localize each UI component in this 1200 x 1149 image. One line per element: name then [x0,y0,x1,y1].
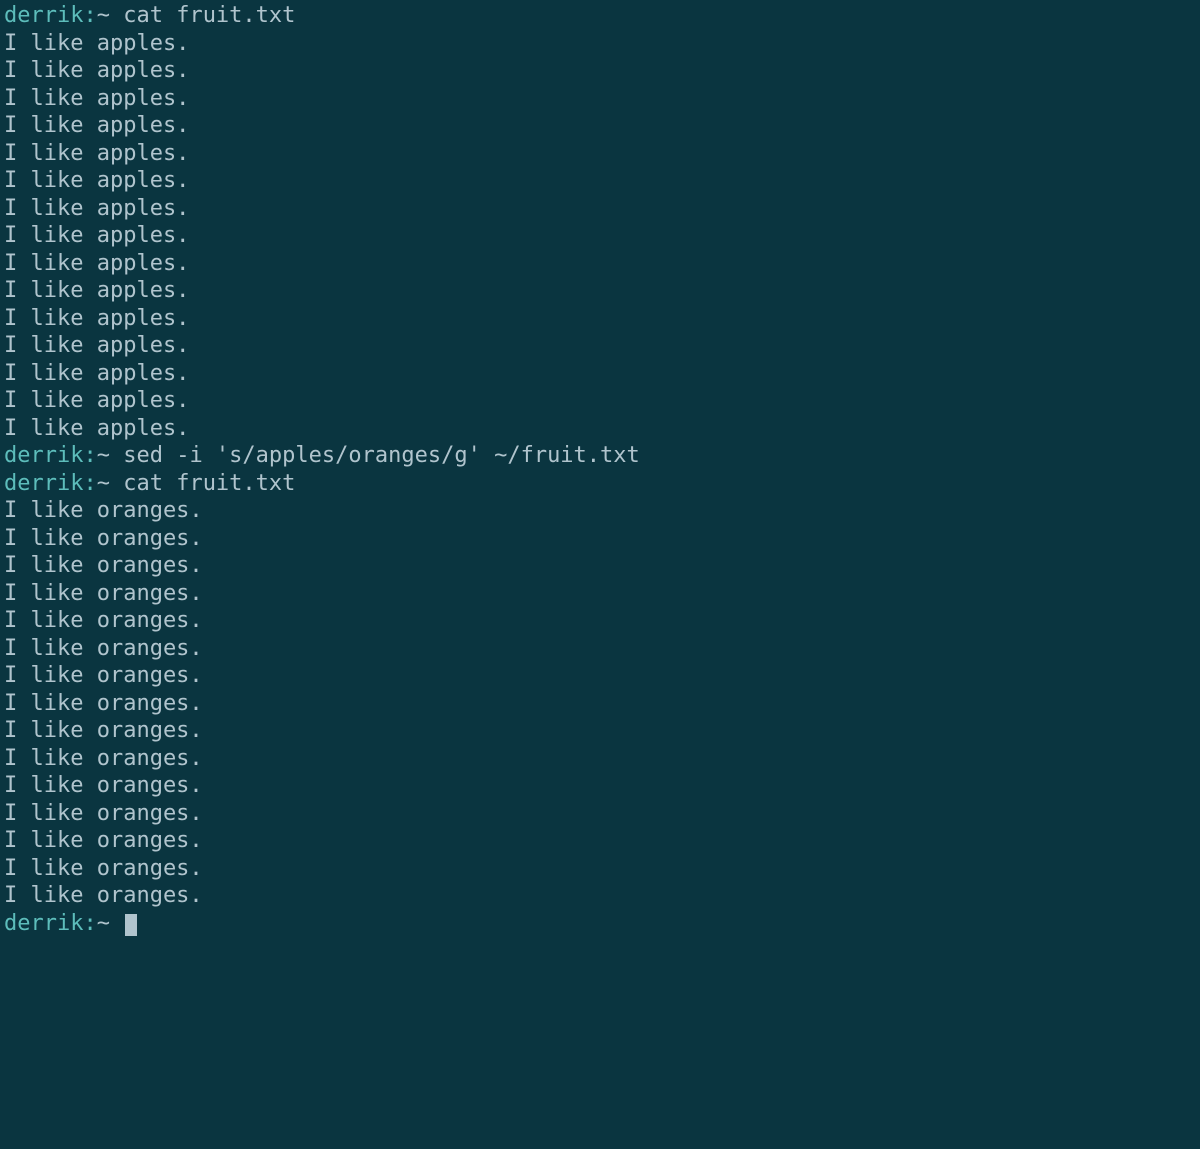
terminal-line: I like apples. [4,30,1196,58]
output-text: I like apples. [4,278,189,303]
output-text: I like apples. [4,86,189,111]
terminal-line: I like oranges. [4,607,1196,635]
terminal-line: I like oranges. [4,580,1196,608]
output-text: I like apples. [4,58,189,83]
output-text: I like apples. [4,251,189,276]
output-text: I like apples. [4,333,189,358]
output-text: I like oranges. [4,581,203,606]
terminal-line: I like apples. [4,140,1196,168]
terminal-line: I like oranges. [4,882,1196,910]
terminal-line: I like oranges. [4,635,1196,663]
prompt-path: ~ [97,443,110,468]
output-text: I like apples. [4,223,189,248]
output-text: I like oranges. [4,663,203,688]
terminal-line: I like oranges. [4,827,1196,855]
prompt-user-host: derrik: [4,471,97,496]
output-text: I like oranges. [4,773,203,798]
prompt-separator [110,3,123,28]
terminal-line: I like oranges. [4,745,1196,773]
prompt-separator [110,443,123,468]
terminal-window[interactable]: derrik:~ cat fruit.txtI like apples.I li… [4,2,1196,937]
prompt-path: ~ [97,911,110,936]
terminal-line: derrik:~ cat fruit.txt [4,2,1196,30]
terminal-line: I like apples. [4,195,1196,223]
terminal-line: I like apples. [4,360,1196,388]
prompt-user-host: derrik: [4,911,97,936]
output-text: I like apples. [4,196,189,221]
terminal-line: I like oranges. [4,717,1196,745]
output-text: I like oranges. [4,883,203,908]
terminal-line: I like oranges. [4,497,1196,525]
terminal-line: derrik:~ sed -i 's/apples/oranges/g' ~/f… [4,442,1196,470]
prompt-path: ~ [97,3,110,28]
output-text: I like oranges. [4,801,203,826]
terminal-line: I like oranges. [4,855,1196,883]
terminal-line: I like oranges. [4,552,1196,580]
cursor-icon[interactable] [125,914,137,936]
output-text: I like apples. [4,141,189,166]
terminal-line: I like oranges. [4,772,1196,800]
output-text: I like apples. [4,113,189,138]
command-text: cat fruit.txt [123,3,295,28]
terminal-line: I like oranges. [4,800,1196,828]
output-text: I like apples. [4,306,189,331]
terminal-line: I like oranges. [4,525,1196,553]
terminal-line: I like oranges. [4,690,1196,718]
output-text: I like oranges. [4,718,203,743]
terminal-line: I like apples. [4,85,1196,113]
command-text: cat fruit.txt [123,471,295,496]
output-text: I like oranges. [4,746,203,771]
output-text: I like oranges. [4,608,203,633]
terminal-line: I like apples. [4,305,1196,333]
terminal-line: I like apples. [4,415,1196,443]
prompt-separator [110,911,123,936]
output-text: I like apples. [4,168,189,193]
output-text: I like apples. [4,361,189,386]
terminal-line: I like apples. [4,277,1196,305]
terminal-line: derrik:~ [4,910,1196,938]
terminal-line: I like apples. [4,387,1196,415]
terminal-line: derrik:~ cat fruit.txt [4,470,1196,498]
output-text: I like apples. [4,416,189,441]
output-text: I like oranges. [4,553,203,578]
output-text: I like oranges. [4,828,203,853]
output-text: I like apples. [4,31,189,56]
terminal-line: I like apples. [4,222,1196,250]
prompt-user-host: derrik: [4,3,97,28]
output-text: I like oranges. [4,856,203,881]
terminal-line: I like oranges. [4,662,1196,690]
output-text: I like oranges. [4,498,203,523]
command-text: sed -i 's/apples/oranges/g' ~/fruit.txt [123,443,640,468]
terminal-line: I like apples. [4,250,1196,278]
terminal-line: I like apples. [4,167,1196,195]
prompt-user-host: derrik: [4,443,97,468]
prompt-path: ~ [97,471,110,496]
terminal-line: I like apples. [4,57,1196,85]
prompt-separator [110,471,123,496]
terminal-line: I like apples. [4,332,1196,360]
terminal-line: I like apples. [4,112,1196,140]
output-text: I like apples. [4,388,189,413]
output-text: I like oranges. [4,526,203,551]
output-text: I like oranges. [4,636,203,661]
output-text: I like oranges. [4,691,203,716]
